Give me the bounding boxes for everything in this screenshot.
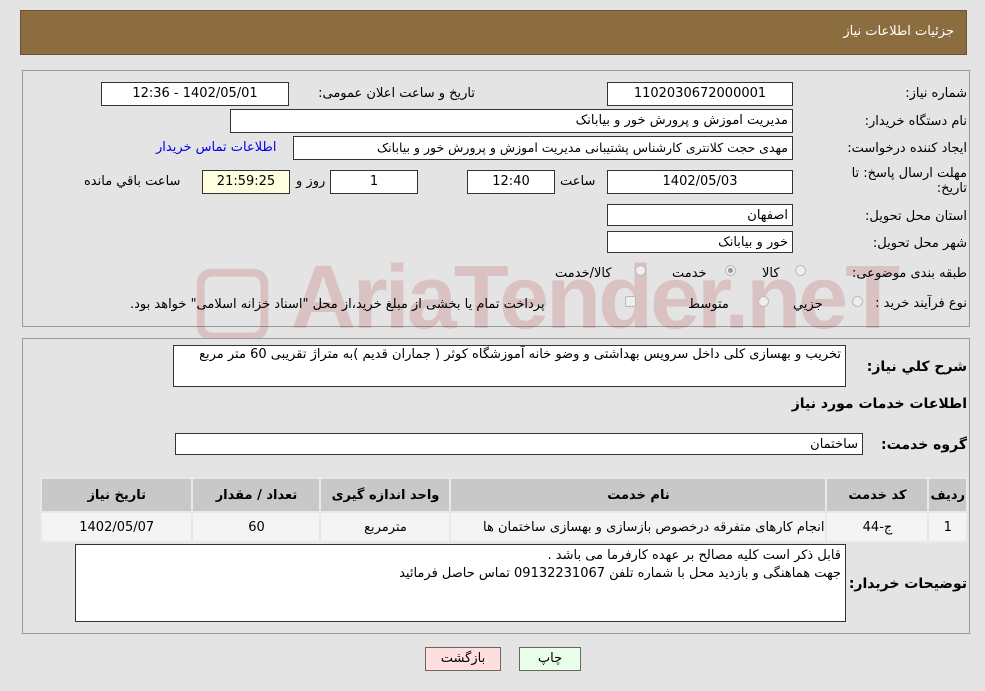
buyer-field: مدیریت اموزش و پرورش خور و بیابانک	[230, 109, 793, 133]
process-option-minor: جزيي	[793, 297, 823, 312]
table-row: 1 ج-44 انجام کارهای متفرقه درخصوص بازساز…	[39, 511, 968, 543]
contact-info-link[interactable]: اطلاعات تماس خریدار	[156, 140, 276, 155]
process-note: پرداخت تمام یا بخشی از مبلغ خرید،از محل …	[130, 297, 545, 312]
deadline-time-field: 12:40	[467, 170, 555, 194]
col-unit: واحد اندازه گیری	[319, 477, 452, 513]
cell-unit: مترمربع	[319, 511, 452, 543]
announce-field: 1402/05/01 - 12:36	[101, 82, 289, 106]
page-title: جزئیات اطلاعات نیاز	[843, 24, 954, 39]
print-button[interactable]: چاپ	[519, 647, 581, 671]
col-row-number: رديف	[927, 477, 968, 513]
col-need-date: تاریخ نیاز	[39, 477, 194, 513]
need-number-label: شماره نیاز:	[905, 86, 967, 101]
city-field: خور و بیابانک	[607, 231, 793, 253]
days-label: روز و	[296, 174, 326, 189]
province-field: اصفهان	[607, 204, 793, 226]
services-table: رديف کد خدمت نام خدمت واحد اندازه گیری ت…	[39, 477, 968, 543]
announce-label: تاریخ و ساعت اعلان عمومی:	[318, 86, 475, 101]
process-radio-medium[interactable]	[758, 296, 769, 307]
deadline-label: مهلت ارسال پاسخ: تا تاریخ:	[851, 166, 967, 196]
buyer-notes-label: توضیحات خریدار:	[848, 576, 967, 592]
province-label: استان محل تحویل:	[865, 209, 967, 224]
back-button[interactable]: بازگشت	[425, 647, 501, 671]
cell-row-number: 1	[927, 511, 968, 543]
col-quantity: تعداد / مقدار	[191, 477, 322, 513]
buyer-label: نام دستگاه خریدار:	[864, 114, 967, 129]
category-option-service: خدمت	[672, 266, 707, 281]
col-service-name: نام خدمت	[449, 477, 828, 513]
description-textarea[interactable]: تخریب و بهسازی کلی داخل سرویس بهداشتی و …	[173, 345, 846, 387]
service-group-field: ساختمان	[175, 433, 863, 455]
page-header: جزئیات اطلاعات نیاز	[20, 10, 967, 55]
process-label: نوع فرآیند خرید :	[875, 296, 967, 311]
process-option-medium: متوسط	[688, 297, 729, 312]
creator-label: ایجاد کننده درخواست:	[847, 141, 967, 156]
deadline-date-field: 1402/05/03	[607, 170, 793, 194]
col-service-code: کد خدمت	[825, 477, 930, 513]
notes-line-2: جهت هماهنگی و بازدید محل با شماره تلفن 0…	[399, 566, 841, 581]
remaining-label: ساعت باقي مانده	[84, 174, 181, 189]
city-label: شهر محل تحویل:	[872, 236, 967, 251]
category-option-goods-service: کالا/خدمت	[555, 266, 612, 281]
category-option-goods: کالا	[762, 266, 780, 281]
service-group-label: گروه خدمت:	[881, 437, 967, 453]
category-label: طبقه بندی موضوعی:	[851, 266, 967, 281]
buyer-notes-textarea[interactable]: قابل ذکر است کلیه مصالح بر عهده کارفرما …	[75, 544, 846, 622]
cell-service-name: انجام کارهای متفرقه درخصوص بازسازی و بهس…	[449, 511, 828, 543]
cell-quantity: 60	[191, 511, 322, 543]
description-label: شرح كلي نياز:	[866, 359, 967, 375]
category-radio-goods[interactable]	[795, 265, 806, 276]
notes-line-1: قابل ذکر است کلیه مصالح بر عهده کارفرما …	[547, 548, 841, 563]
services-section-title: اطلاعات خدمات مورد نياز	[791, 396, 967, 412]
creator-field: مهدی حجت کلانتری کارشناس پشتیبانی مدیریت…	[293, 136, 793, 160]
cell-service-code: ج-44	[825, 511, 930, 543]
table-header-row: رديف کد خدمت نام خدمت واحد اندازه گیری ت…	[39, 477, 968, 513]
remaining-time-field: 21:59:25	[202, 170, 290, 194]
cell-need-date: 1402/05/07	[39, 511, 194, 543]
need-number-field: 1102030672000001	[607, 82, 793, 106]
days-field: 1	[330, 170, 418, 194]
category-radio-service[interactable]	[725, 265, 736, 276]
treasury-checkbox[interactable]	[625, 296, 636, 307]
category-radio-goods-service[interactable]	[635, 265, 646, 276]
time-label: ساعت	[560, 174, 596, 189]
process-radio-minor[interactable]	[852, 296, 863, 307]
